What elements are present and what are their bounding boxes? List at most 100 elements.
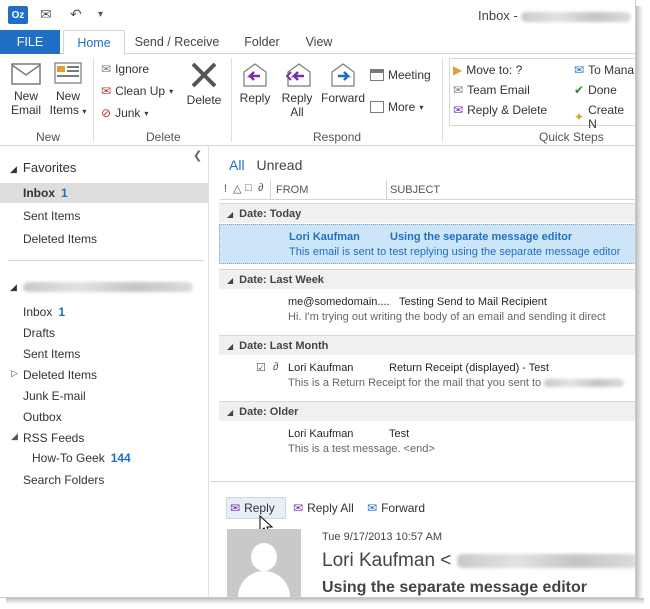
reply-delete-icon: ✉ [453,103,464,117]
tab-home[interactable]: Home [63,30,125,55]
favorites-header[interactable]: ◢ Favorites [10,160,76,175]
list-item[interactable]: ☑ ∂ Lori Kaufman Return Receipt (display… [219,356,635,396]
tab-send-receive[interactable]: Send / Receive [131,30,223,54]
folder-drafts[interactable]: Drafts [23,326,55,340]
list-item[interactable]: me@somedomain.... Testing Send to Mail R… [219,290,635,330]
new-items-button[interactable]: New Items ▾ [48,60,88,119]
quick-step-create-new[interactable]: ✦ Create N [574,103,635,131]
account-email-blurred [521,11,632,22]
group-header-last-month[interactable]: ◢ Date: Last Month [219,335,635,355]
quick-step-reply-delete[interactable]: ✉ Reply & Delete [453,103,547,117]
forward-icon: ✉ [367,501,378,515]
checkmark-icon: ✔ [574,83,585,97]
favorite-sent-items[interactable]: Sent Items [23,209,80,223]
quick-step-to-manager[interactable]: ✉ To Mana [574,63,634,77]
ignore-button[interactable]: ✉ Ignore [101,62,149,76]
send-receive-icon[interactable]: ✉ [40,6,52,23]
folder-how-to-geek[interactable]: How-To Geek 144 [32,451,131,465]
folder-search-folders[interactable]: Search Folders [23,473,104,487]
collapsed-triangle-icon[interactable]: ▷ [11,368,18,379]
folder-inbox[interactable]: Inbox 1 [23,305,65,319]
title-bar: Oz ✉ ↶ ▾ Inbox - [0,0,635,30]
reminder-column-icon[interactable]: △ [233,182,241,195]
more-label: More [388,100,416,114]
tab-folder[interactable]: Folder [233,30,291,54]
filter-unread[interactable]: Unread [256,157,302,173]
list-item[interactable]: Lori Kaufman Test This is a test message… [219,422,635,462]
reading-reply-label: Reply [244,501,275,515]
collapse-pane-icon[interactable]: ❮ [193,149,202,162]
reading-reply-button[interactable]: ✉ Reply [230,501,275,515]
group-label-respond: Respond [313,130,362,144]
message-preview: This email is sent to test replying usin… [289,246,621,258]
ignore-icon: ✉ [101,62,112,76]
chevron-down-icon: ▾ [144,108,149,118]
folder-rss-feeds[interactable]: ◢ RSS Feeds [11,431,84,445]
chevron-down-icon: ▾ [82,107,87,116]
folder-sent-items[interactable]: Sent Items [23,347,80,361]
message-subject: Using the separate message editor [390,231,573,243]
reading-pane: ✉ Reply ✉ Reply All ✉ Forward Tue 9/17/2013… [210,481,635,597]
group-divider [442,58,443,142]
reply-delete-label: Reply & Delete [467,103,548,117]
outlook-logo-icon[interactable]: Oz [8,6,28,24]
forward-button[interactable]: Forward [320,60,366,105]
delete-label: Delete [186,93,222,107]
account-header[interactable]: ◢ [10,278,193,293]
favorite-inbox[interactable]: Inbox 1 [23,186,68,200]
delete-x-icon [189,60,219,90]
create-new-icon: ✦ [574,110,585,124]
paperclip-icon: ∂ [273,361,279,373]
more-button[interactable]: More ▾ [370,100,423,114]
group-divider [231,58,232,142]
reading-forward-button[interactable]: ✉ Forward [367,501,425,515]
attachment-column-icon[interactable]: ∂ [258,182,263,194]
tab-file[interactable]: FILE [0,30,60,54]
item-type-column-icon[interactable]: □ [245,182,252,194]
expanded-triangle-icon[interactable]: ◢ [11,431,18,442]
reading-reply-all-button[interactable]: ✉ Reply All [293,501,354,515]
folder-deleted-items[interactable]: ▷ Deleted Items [11,368,97,382]
group-header-older[interactable]: ◢ Date: Older [219,401,635,421]
expanded-triangle-icon: ◢ [10,282,17,292]
quick-step-done[interactable]: ✔ Done [574,83,617,97]
column-from[interactable]: FROM [276,184,308,196]
tab-view[interactable]: View [298,30,340,54]
meeting-button[interactable]: Meeting [370,68,431,82]
junk-button[interactable]: ⊘ Junk ▾ [101,106,148,120]
expanded-triangle-icon: ◢ [10,164,17,174]
team-email-icon: ✉ [453,83,464,97]
column-header: ! △ □ ∂ FROM SUBJECT [220,180,635,200]
delete-button[interactable]: Delete [183,60,225,107]
reply-button[interactable]: Reply [237,60,273,105]
group-header-last-week[interactable]: ◢ Date: Last Week [219,269,635,289]
window-title: Inbox - [478,8,632,23]
folder-outbox[interactable]: Outbox [23,410,62,424]
filter-all[interactable]: All [229,157,245,173]
new-email-button[interactable]: New Email [8,60,44,117]
undo-icon[interactable]: ↶ [70,6,82,23]
new-items-icon [53,60,83,86]
new-items-label-2: Items ▾ [49,103,87,117]
group-divider [93,58,94,142]
reply-label: Reply [239,91,271,105]
message-preview: This is a Return Receipt for the mail th… [288,377,625,389]
group-label-quick-steps: Quick Steps [539,130,604,144]
column-subject[interactable]: SUBJECT [390,184,440,196]
quick-step-team-email[interactable]: ✉ Team Email [453,83,530,97]
quick-step-move-to[interactable]: ▶ Move to: ? [453,63,522,77]
reply-all-button[interactable]: Reply All [279,60,315,119]
clean-up-button[interactable]: ✉ Clean Up ▾ [101,84,173,98]
chevron-down-icon: ▾ [169,86,174,96]
favorite-deleted-items[interactable]: Deleted Items [23,232,97,246]
chevron-down-icon: ▾ [419,102,424,112]
folder-junk-email[interactable]: Junk E-mail [23,389,86,403]
group-header-today[interactable]: ◢ Date: Today [219,203,635,223]
importance-column-icon[interactable]: ! [224,183,227,195]
list-item[interactable]: Lori Kaufman Using the separate message … [219,224,635,264]
clean-up-label: Clean Up [115,84,166,98]
read-receipt-icon: ☑ [256,362,266,374]
move-to-label: Move to: ? [466,63,523,77]
customize-toolbar-icon[interactable]: ▾ [98,9,103,20]
forward-label: Forward [320,91,365,105]
